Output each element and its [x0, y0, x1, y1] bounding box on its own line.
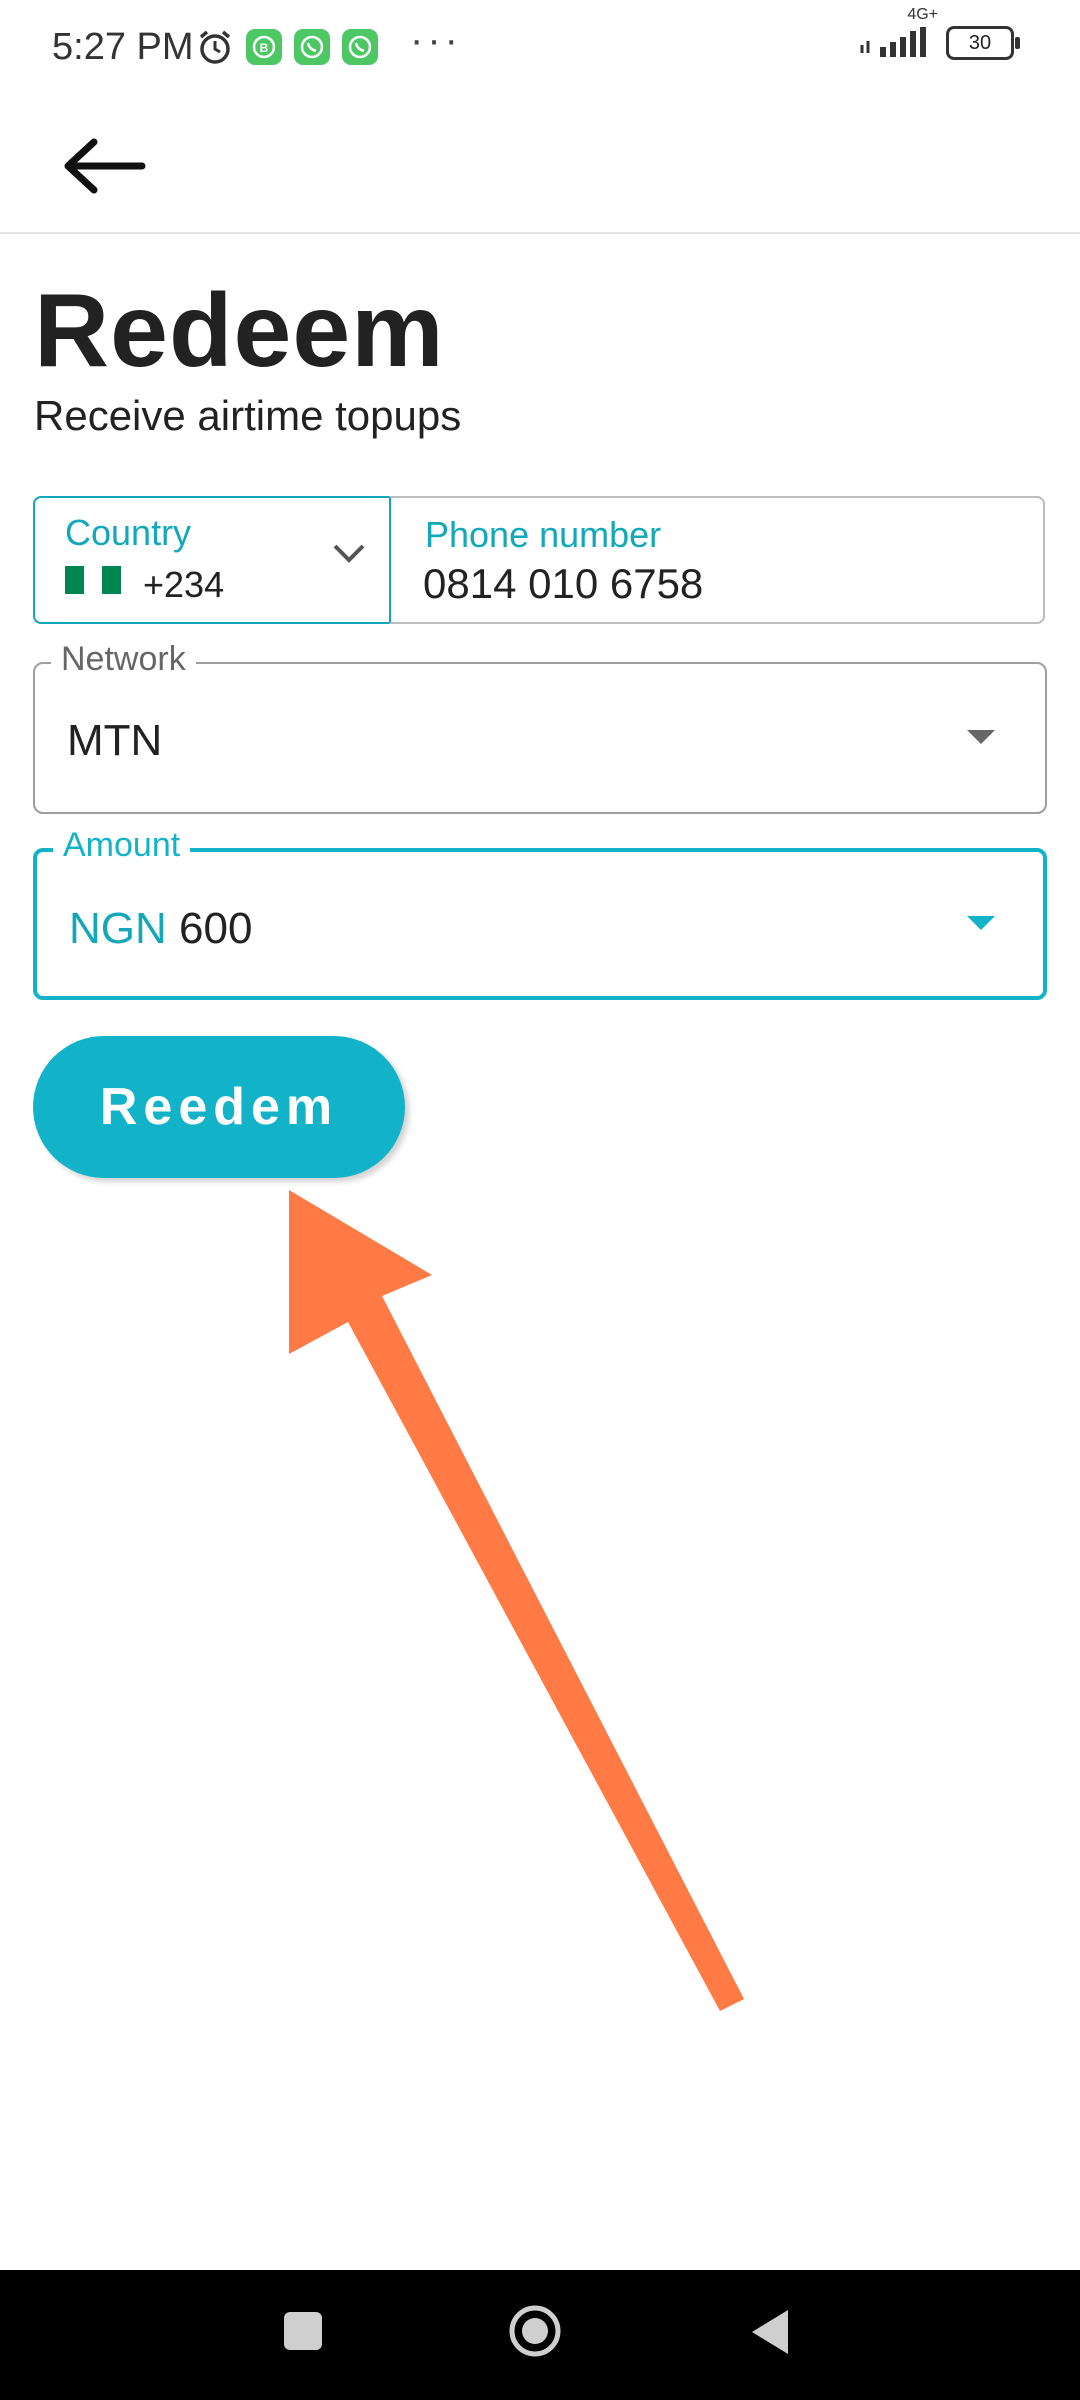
navigation-bar [0, 2270, 1080, 2400]
signal-icon [860, 27, 926, 57]
amount-select[interactable]: Amount NGN 600 [33, 826, 1047, 1000]
battery-icon: 30 [946, 26, 1020, 60]
back-triangle-icon[interactable] [748, 2308, 790, 2356]
alarm-icon [199, 30, 231, 64]
network-select[interactable]: Network MTN [33, 640, 1047, 814]
dropdown-arrow-icon [967, 730, 995, 744]
status-time: 5:27 PM [52, 26, 194, 68]
whatsapp-icon [294, 29, 330, 65]
page-subtitle: Receive airtime topups [34, 392, 462, 439]
svg-text:B: B [260, 41, 269, 55]
status-system-icons: 30 [858, 26, 1020, 60]
phone-number-input[interactable]: 0814 010 6758 [423, 560, 703, 608]
phone-number-field[interactable]: Phone number 0814 010 6758 [389, 496, 1045, 624]
arrow-left-icon[interactable] [56, 126, 156, 206]
amount-label: Amount [53, 826, 191, 865]
battery-level: 30 [968, 31, 992, 54]
status-notification-icons: B [196, 28, 378, 66]
network-type: 4G+ [907, 6, 938, 23]
recents-square-icon[interactable] [284, 2312, 322, 2350]
page-title: Redeem [34, 273, 445, 389]
home-circle-icon[interactable] [508, 2304, 562, 2358]
dropdown-arrow-icon [967, 916, 995, 930]
nigeria-flag-icon [65, 566, 122, 594]
network-value: MTN [67, 716, 163, 765]
country-code: +234 [143, 564, 225, 605]
chevron-down-icon [333, 544, 365, 563]
redeem-button[interactable]: Reedem [33, 1036, 405, 1178]
country-label: Country [65, 512, 192, 553]
more-dots-icon: ··· [410, 18, 462, 62]
amount-value: 600 [179, 904, 253, 953]
network-label: Network [51, 640, 196, 679]
country-selector[interactable]: Country +234 [33, 496, 389, 624]
amount-currency: NGN [69, 904, 167, 953]
phone-number-label: Phone number [425, 514, 662, 555]
whatsapp-business-icon: B [246, 29, 282, 65]
amount-value-row: NGN 600 [69, 904, 252, 954]
status-bar: 5:27 PM B ··· 4G+ 30 [0, 0, 1080, 100]
app-header [0, 100, 1080, 234]
whatsapp-icon [342, 29, 378, 65]
